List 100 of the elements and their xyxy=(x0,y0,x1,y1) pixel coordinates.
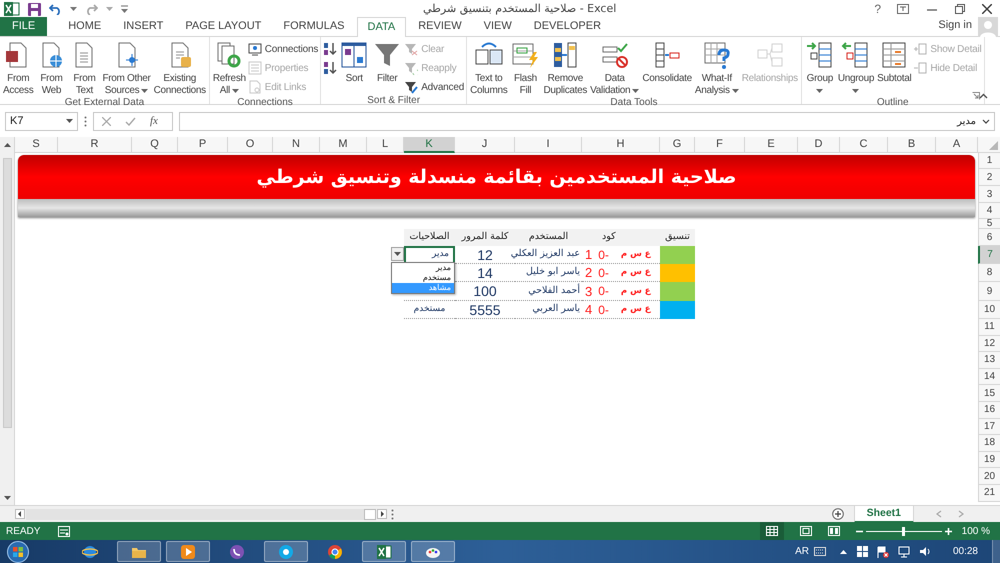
restore-icon[interactable] xyxy=(955,4,965,14)
scrollbar-thumb[interactable] xyxy=(2,158,12,428)
ribbon-tab[interactable]: PAGE LAYOUT xyxy=(175,17,272,36)
scrollbar-thumb[interactable] xyxy=(364,508,376,520)
ribbon-button[interactable]: Advanced xyxy=(404,79,464,95)
column-header[interactable]: J xyxy=(455,137,515,153)
column-header[interactable]: Q xyxy=(132,137,178,153)
ribbon-button[interactable]: Sort xyxy=(338,40,370,85)
row-header[interactable]: 6 xyxy=(978,229,1000,246)
expand-icon[interactable] xyxy=(982,118,990,124)
scroll-up-icon[interactable] xyxy=(2,141,12,150)
ribbon-tab[interactable]: DATA xyxy=(356,17,406,37)
ribbon-tab[interactable]: HOME xyxy=(58,17,112,36)
column-header[interactable]: F xyxy=(695,137,745,153)
column-header[interactable]: L xyxy=(367,137,404,153)
windows-flag-icon[interactable] xyxy=(856,546,868,557)
keyboard-icon[interactable] xyxy=(814,547,826,556)
row-header[interactable]: 14 xyxy=(978,368,1000,386)
zoom-in-icon[interactable] xyxy=(944,528,952,534)
column-header[interactable]: N xyxy=(273,137,320,153)
row-header[interactable]: 3 xyxy=(978,186,1000,203)
column-header[interactable]: G xyxy=(660,137,695,153)
add-sheet-icon[interactable] xyxy=(832,508,844,520)
column-header[interactable]: D xyxy=(798,137,840,153)
row-header[interactable]: 8 xyxy=(978,264,1000,282)
ribbon-button[interactable]: From Web xyxy=(35,40,68,97)
column-header[interactable]: P xyxy=(178,137,228,153)
language-indicator[interactable]: AR xyxy=(795,544,809,559)
show-hidden-icons-icon[interactable] xyxy=(840,549,847,554)
row-header[interactable]: 9 xyxy=(978,282,1000,301)
macro-record-icon[interactable] xyxy=(58,526,70,536)
column-header[interactable]: A xyxy=(936,137,978,153)
undo-icon[interactable] xyxy=(49,3,62,15)
network-icon[interactable] xyxy=(898,546,910,558)
ribbon-button[interactable]: From Text xyxy=(68,40,100,97)
dropdown-button[interactable] xyxy=(391,247,404,261)
row-header[interactable]: 16 xyxy=(978,402,1000,419)
sort-button[interactable] xyxy=(323,60,338,76)
ribbon-button[interactable]: Data Validation xyxy=(589,40,640,97)
ribbon-tab[interactable]: VIEW xyxy=(474,17,522,36)
ribbon-tab[interactable]: FILE xyxy=(0,17,48,36)
column-header[interactable]: K xyxy=(404,137,455,153)
formula-field[interactable]: مدير xyxy=(179,112,995,130)
page-break-icon[interactable] xyxy=(828,526,840,536)
ribbon-button[interactable]: What-If Analysis xyxy=(694,40,740,97)
ribbon-button[interactable]: From Other Sources xyxy=(101,40,152,97)
column-header[interactable]: S xyxy=(15,137,58,153)
row-header[interactable]: 18 xyxy=(978,435,1000,452)
ribbon-button[interactable]: Existing Connections xyxy=(152,40,207,97)
sheet-tab[interactable]: Sheet1 xyxy=(854,506,914,522)
normal-view-button[interactable] xyxy=(760,522,784,540)
dialog-launcher-icon[interactable] xyxy=(972,92,980,100)
scroll-left-icon[interactable] xyxy=(15,509,25,519)
column-header[interactable]: C xyxy=(840,137,888,153)
row-header[interactable]: 2 xyxy=(978,169,1000,186)
ribbon-button[interactable]: Ungroup xyxy=(836,40,876,97)
taskbar-button[interactable] xyxy=(166,541,210,562)
row-header[interactable]: 17 xyxy=(978,418,1000,436)
ribbon-button[interactable]: Consolidate xyxy=(641,40,693,85)
customize-icon[interactable] xyxy=(121,5,128,13)
ribbon-tab[interactable]: REVIEW xyxy=(408,17,472,36)
row-header[interactable]: 15 xyxy=(978,385,1000,402)
scroll-down-icon[interactable] xyxy=(2,493,12,502)
ribbon-button[interactable]: Refresh All xyxy=(212,40,247,97)
zoom-slider[interactable] xyxy=(866,526,942,536)
taskbar-button[interactable] xyxy=(117,541,161,562)
column-header[interactable]: H xyxy=(582,137,660,153)
column-header[interactable]: R xyxy=(58,137,132,153)
ribbon-button[interactable]: From Access xyxy=(2,40,34,97)
insert-function-button[interactable]: fx xyxy=(150,112,158,130)
save-icon[interactable] xyxy=(28,2,41,16)
taskbar-button[interactable] xyxy=(264,541,308,562)
speaker-icon[interactable] xyxy=(918,546,931,557)
row-header[interactable]: 11 xyxy=(978,319,1000,336)
taskbar-button[interactable] xyxy=(362,541,406,562)
help-button[interactable]: ? xyxy=(871,0,884,18)
ribbon-tab[interactable]: INSERT xyxy=(113,17,174,36)
ribbon-button[interactable]: Flash Fill xyxy=(509,40,542,97)
zoom-level-text[interactable]: 100 % xyxy=(962,524,990,538)
ribbon-button[interactable]: Filter xyxy=(371,40,404,85)
scroll-right-icon[interactable] xyxy=(377,509,387,519)
dropdown-option[interactable]: مدير xyxy=(392,263,454,273)
column-header[interactable]: O xyxy=(228,137,273,153)
ribbon-button[interactable]: Connections xyxy=(248,41,318,57)
drag-handle-icon[interactable] xyxy=(391,508,394,520)
row-header[interactable]: 19 xyxy=(978,452,1000,468)
clock-text[interactable]: 00:28 xyxy=(952,544,978,559)
column-header[interactable]: I xyxy=(515,137,582,153)
page-layout-icon[interactable] xyxy=(800,526,812,536)
ribbon-button[interactable]: Subtotal xyxy=(876,40,912,85)
row-header[interactable]: 12 xyxy=(978,336,1000,352)
ribbon-button[interactable]: Remove Duplicates xyxy=(542,40,588,97)
row-header[interactable]: 20 xyxy=(978,468,1000,485)
row-header[interactable]: 7 xyxy=(978,246,1000,264)
row-header[interactable]: 5 xyxy=(978,219,1000,229)
ribbon-tab[interactable]: FORMULAS xyxy=(273,17,355,36)
drag-handle-icon[interactable] xyxy=(84,116,87,126)
taskbar-button[interactable] xyxy=(411,541,455,562)
row-header[interactable]: 10 xyxy=(978,301,1000,319)
row-header[interactable]: 13 xyxy=(978,352,1000,369)
